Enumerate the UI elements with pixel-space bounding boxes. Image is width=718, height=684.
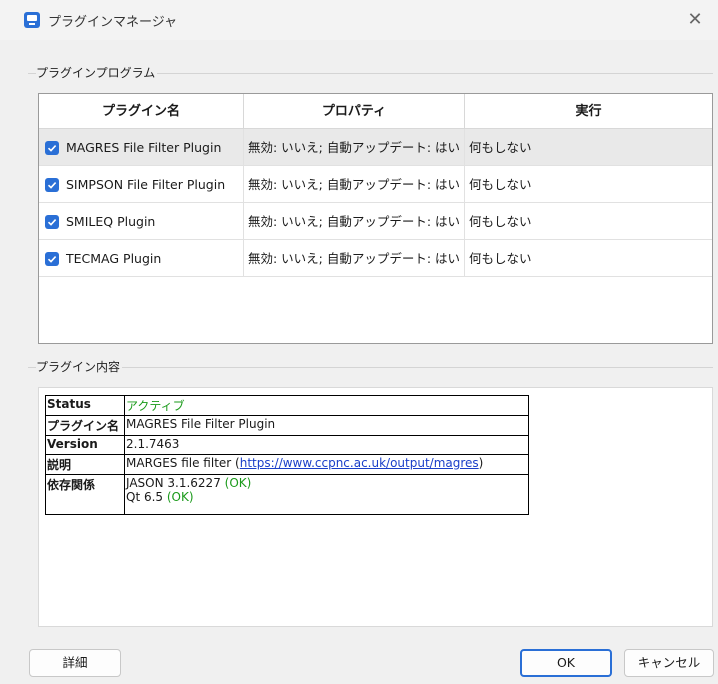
window-title: プラグインマネージャ <box>48 15 178 30</box>
status-key: Status <box>45 395 125 416</box>
plugin-name-cell: SIMPSON File Filter Plugin <box>39 166 244 203</box>
details-button[interactable]: 詳細 <box>29 649 121 677</box>
dependency-status: (OK) <box>166 490 194 504</box>
ok-button[interactable]: OK <box>520 649 612 677</box>
dependencies-key: 依存関係 <box>45 474 125 515</box>
content-group-label: プラグイン内容 <box>36 358 123 375</box>
plugin-name-cell: SMILEQ Plugin <box>39 203 244 240</box>
status-value: アクティブ <box>124 395 529 416</box>
description-row: 説明 MARGES file filter (https://www.ccpnc… <box>45 454 529 475</box>
content-group-border <box>28 367 713 368</box>
checkbox-checked-icon[interactable] <box>45 141 59 155</box>
plugin-properties: 無効: いいえ; 自動アップデート: はい <box>244 203 465 240</box>
plugin-info-table: Status アクティブ プラグイン名 MAGRES File Filter P… <box>45 395 529 515</box>
checkbox-checked-icon[interactable] <box>45 252 59 266</box>
name-row: プラグイン名 MAGRES File Filter Plugin <box>45 415 529 436</box>
status-row: Status アクティブ <box>45 395 529 416</box>
plugin-properties: 無効: いいえ; 自動アップデート: はい <box>244 240 465 277</box>
dependency-item: JASON 3.1.6227 (OK) <box>126 476 527 490</box>
table-header: プラグイン名 プロパティ 実行 <box>39 94 712 129</box>
description-link[interactable]: https://www.ccpnc.ac.uk/output/magres <box>240 456 479 470</box>
checkbox-checked-icon[interactable] <box>45 215 59 229</box>
table-row[interactable]: SMILEQ Plugin 無効: いいえ; 自動アップデート: はい 何もしな… <box>39 203 712 240</box>
plugin-app-icon <box>24 12 40 28</box>
version-key: Version <box>45 435 125 455</box>
name-value: MAGRES File Filter Plugin <box>124 415 529 436</box>
plugin-name: SMILEQ Plugin <box>66 214 156 229</box>
plugin-name-cell: MAGRES File Filter Plugin <box>39 129 244 166</box>
plugin-action[interactable]: 何もしない <box>465 203 712 240</box>
dependencies-row: 依存関係 JASON 3.1.6227 (OK) Qt 6.5 (OK) <box>45 474 529 515</box>
close-icon[interactable]: ✕ <box>672 0 718 40</box>
description-text: MARGES file filter ( <box>126 456 240 470</box>
column-header-properties[interactable]: プロパティ <box>244 94 465 129</box>
name-key: プラグイン名 <box>45 415 125 436</box>
plugin-table: プラグイン名 プロパティ 実行 MAGRES File Filter Plugi… <box>38 93 713 344</box>
plugin-name: MAGRES File Filter Plugin <box>66 140 222 155</box>
dependency-status: (OK) <box>224 476 252 490</box>
plugin-properties: 無効: いいえ; 自動アップデート: はい <box>244 129 465 166</box>
plugin-properties: 無効: いいえ; 自動アップデート: はい <box>244 166 465 203</box>
plugin-name: SIMPSON File Filter Plugin <box>66 177 226 192</box>
dependency-name: JASON 3.1.6227 <box>126 476 225 490</box>
plugin-action[interactable]: 何もしない <box>465 166 712 203</box>
table-row[interactable]: MAGRES File Filter Plugin 無効: いいえ; 自動アップ… <box>39 129 712 166</box>
cancel-button[interactable]: キャンセル <box>624 649 714 677</box>
plugin-name-cell: TECMAG Plugin <box>39 240 244 277</box>
programs-group-label: プラグインプログラム <box>36 64 158 81</box>
plugin-name: TECMAG Plugin <box>66 251 162 266</box>
plugin-action[interactable]: 何もしない <box>465 129 712 166</box>
dependency-item: Qt 6.5 (OK) <box>126 490 527 504</box>
title-bar: プラグインマネージャ ✕ <box>0 0 718 40</box>
dependency-name: Qt 6.5 <box>126 490 167 504</box>
dependencies-value: JASON 3.1.6227 (OK) Qt 6.5 (OK) <box>124 474 529 515</box>
plugin-content-panel: Status アクティブ プラグイン名 MAGRES File Filter P… <box>38 387 713 627</box>
description-key: 説明 <box>45 454 125 475</box>
checkbox-checked-icon[interactable] <box>45 178 59 192</box>
plugin-action[interactable]: 何もしない <box>465 240 712 277</box>
column-header-action[interactable]: 実行 <box>465 94 712 129</box>
description-suffix: ) <box>478 456 484 470</box>
table-row[interactable]: SIMPSON File Filter Plugin 無効: いいえ; 自動アッ… <box>39 166 712 203</box>
version-value: 2.1.7463 <box>124 435 529 455</box>
description-value: MARGES file filter (https://www.ccpnc.ac… <box>124 454 529 475</box>
column-header-name[interactable]: プラグイン名 <box>39 94 244 129</box>
table-row[interactable]: TECMAG Plugin 無効: いいえ; 自動アップデート: はい 何もしな… <box>39 240 712 277</box>
version-row: Version 2.1.7463 <box>45 435 529 455</box>
